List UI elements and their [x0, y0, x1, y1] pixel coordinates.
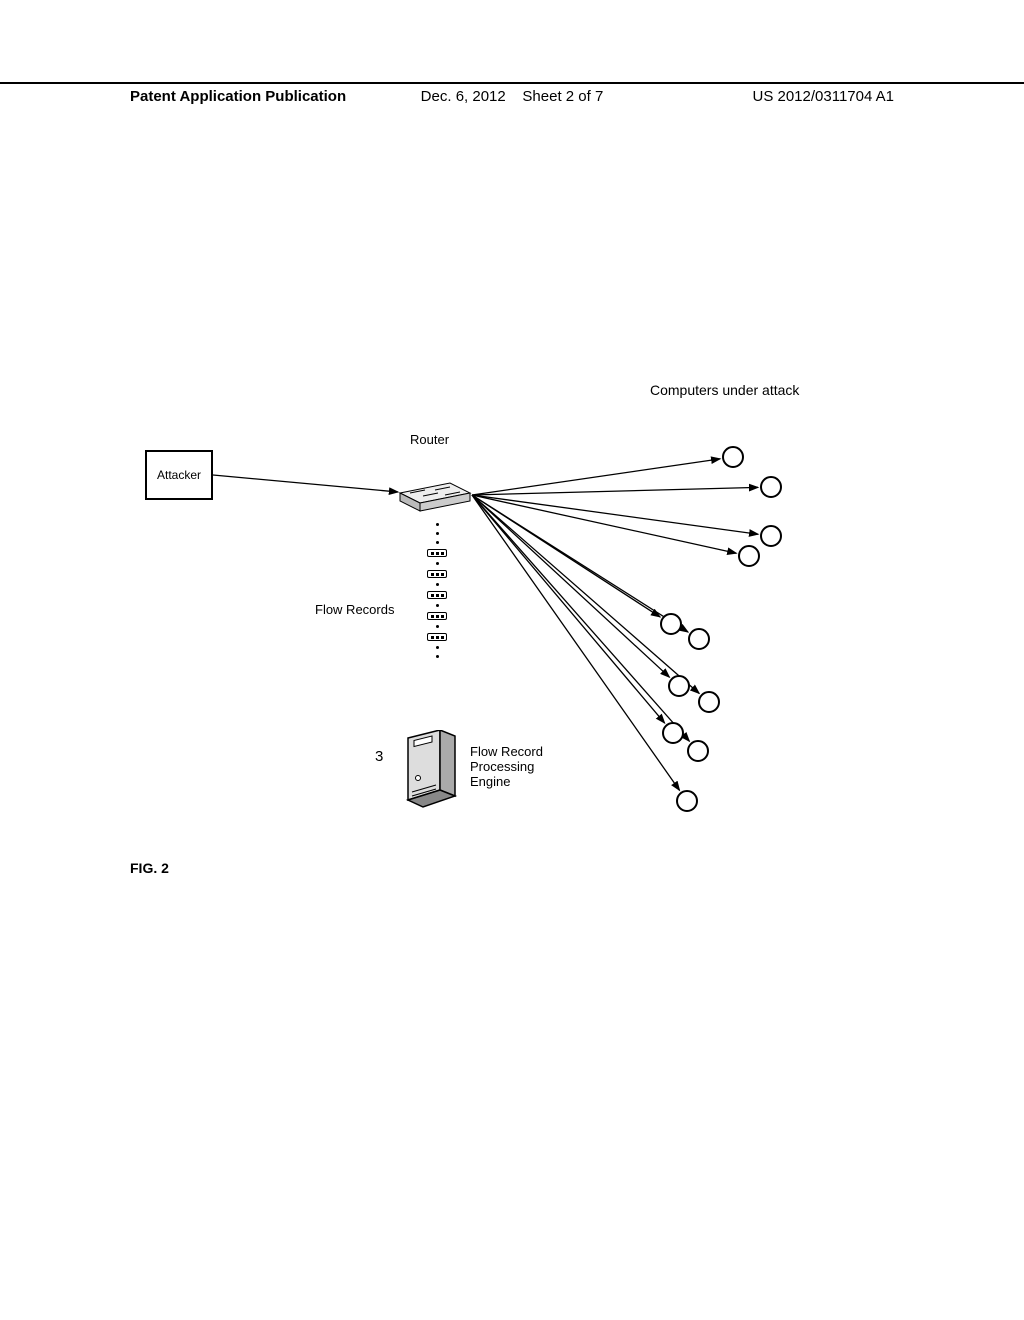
flow-dot	[436, 604, 439, 607]
flow-dot	[436, 655, 439, 658]
header-date: Dec. 6, 2012	[421, 88, 506, 105]
flow-record-icon	[427, 633, 447, 641]
target-node	[688, 628, 710, 650]
target-node	[722, 446, 744, 468]
flow-record-icon	[427, 570, 447, 578]
target-node	[760, 476, 782, 498]
target-node	[687, 740, 709, 762]
target-node	[698, 691, 720, 713]
target-node	[668, 675, 690, 697]
target-node	[760, 525, 782, 547]
header-left: Patent Application Publication	[130, 88, 346, 105]
flow-records-column	[425, 520, 449, 720]
flow-record-icon	[427, 612, 447, 620]
flow-dot	[436, 646, 439, 649]
flow-records-label: Flow Records	[315, 602, 394, 617]
engine-label: Flow Record Processing Engine	[470, 745, 543, 790]
flow-dot	[436, 532, 439, 535]
figure-number: FIG. 2	[130, 860, 169, 876]
page-header: Patent Application Publication Dec. 6, 2…	[0, 82, 1024, 88]
flow-dot	[436, 541, 439, 544]
flow-dot	[436, 562, 439, 565]
connector-lines	[120, 370, 900, 890]
target-node	[660, 613, 682, 635]
flow-dot	[436, 583, 439, 586]
header-mid: Dec. 6, 2012 Sheet 2 of 7	[421, 88, 604, 105]
router-icon	[395, 475, 475, 513]
target-node	[662, 722, 684, 744]
flow-record-icon	[427, 591, 447, 599]
flow-dot	[436, 625, 439, 628]
attacker-box: Attacker	[145, 450, 213, 500]
target-node	[738, 545, 760, 567]
engine-reference-number: 3	[375, 748, 383, 765]
router-label: Router	[410, 432, 449, 447]
header-right: US 2012/0311704 A1	[752, 88, 894, 105]
flow-record-icon	[427, 549, 447, 557]
header-sheet: Sheet 2 of 7	[522, 88, 603, 105]
flow-dot	[436, 523, 439, 526]
figure-diagram: Computers under attack Attacker Router F	[120, 370, 900, 890]
attacker-label: Attacker	[157, 468, 201, 482]
server-icon	[400, 730, 460, 810]
target-node	[676, 790, 698, 812]
targets-label: Computers under attack	[650, 382, 799, 398]
